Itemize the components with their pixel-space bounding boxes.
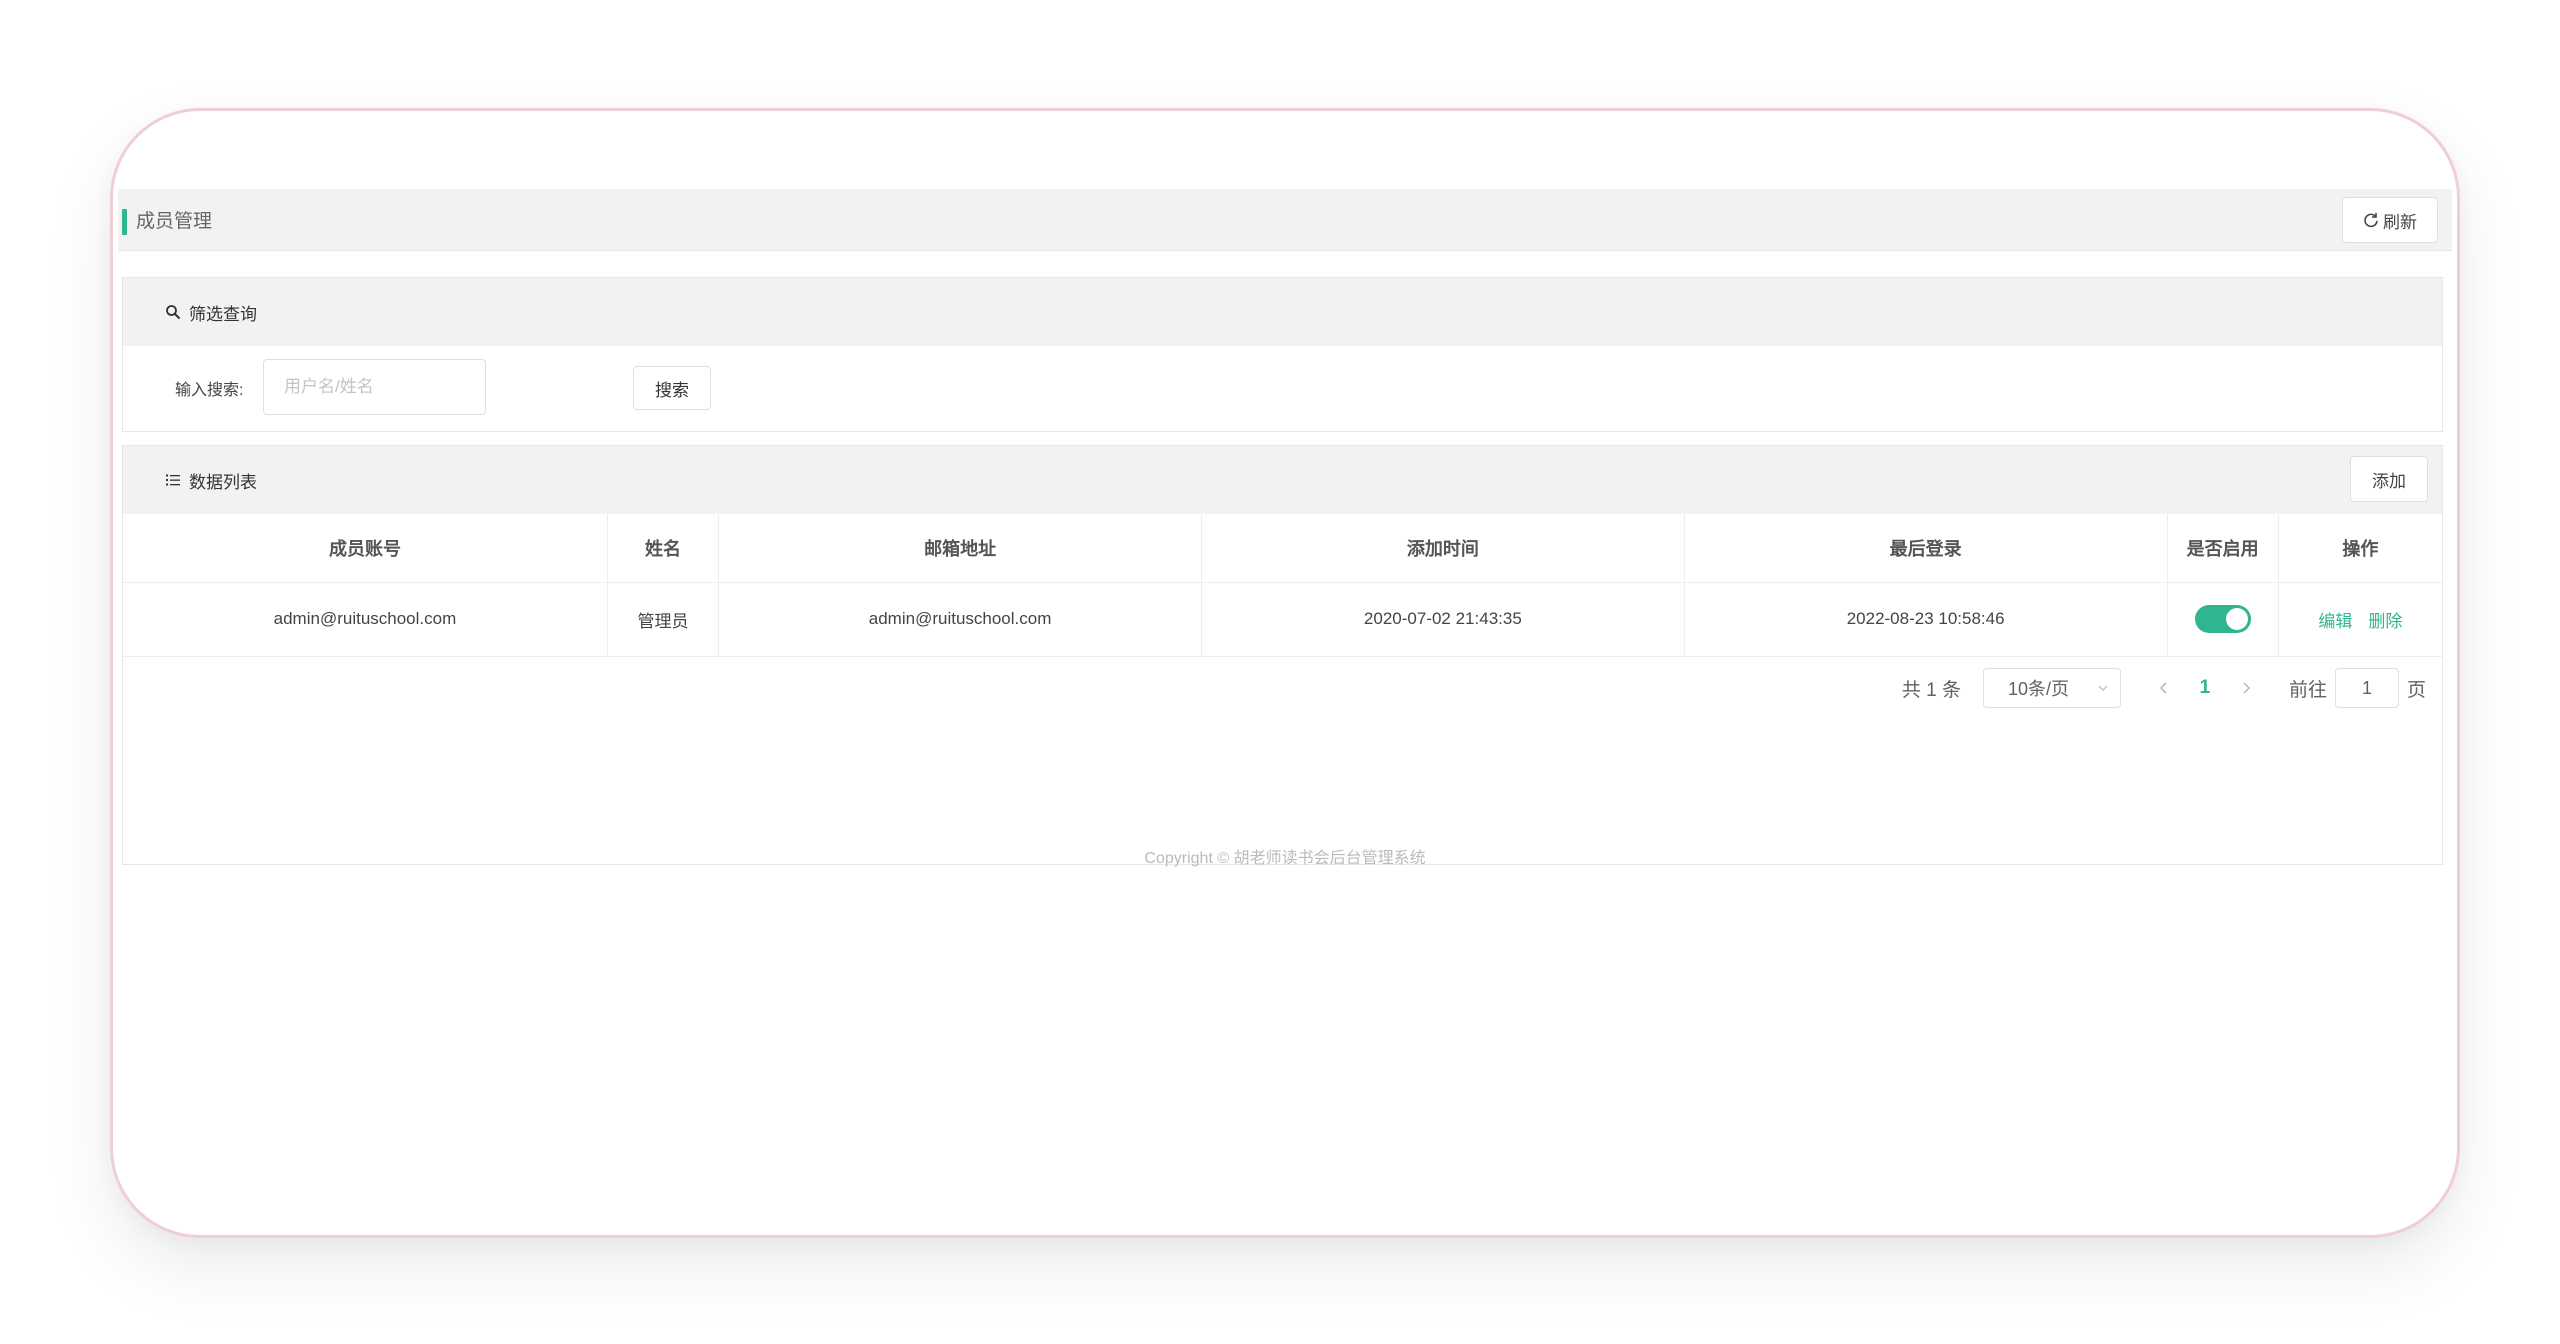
cell-email: admin@ruituschool.com bbox=[718, 582, 1202, 657]
page-title: 成员管理 bbox=[136, 211, 213, 232]
goto-label: 前往 bbox=[2288, 679, 2327, 701]
table-row: admin@ruituschool.com 管理员 admin@ruitusch… bbox=[123, 582, 2442, 657]
page-size-select[interactable]: 10条/页 bbox=[1982, 668, 2121, 708]
page-suffix: 页 bbox=[2406, 679, 2426, 701]
next-page-button[interactable] bbox=[2233, 681, 2259, 695]
add-button[interactable]: 添加 bbox=[2350, 456, 2428, 502]
cell-enabled bbox=[2167, 582, 2279, 657]
cell-created: 2020-07-02 21:43:35 bbox=[1201, 582, 1685, 657]
refresh-label: 刷新 bbox=[2383, 212, 2417, 232]
chevron-right-icon bbox=[2243, 682, 2251, 694]
table-header-row: 成员账号 姓名 邮箱地址 添加时间 最后登录 是否启用 操作 bbox=[123, 514, 2442, 583]
page-header: 成员管理 刷新 bbox=[118, 189, 2452, 251]
prev-page-button[interactable] bbox=[2151, 681, 2177, 695]
chevron-down-icon bbox=[2098, 685, 2108, 692]
pagination-total: 共 1 条 bbox=[1901, 679, 1961, 701]
filter-panel-header: 筛选查询 bbox=[123, 278, 2442, 346]
pagination: 共 1 条 10条/页 1 前往 1 页 bbox=[1902, 668, 2426, 708]
goto-page-input[interactable] bbox=[2334, 668, 2399, 708]
edit-link[interactable]: 编辑 bbox=[2318, 612, 2352, 631]
app-screen: 成员管理 刷新 筛选查询 输入搜索: 搜索 bbox=[113, 111, 2457, 1235]
enabled-toggle[interactable] bbox=[2194, 605, 2251, 633]
list-panel-title: 数据列表 bbox=[189, 472, 257, 492]
cell-actions: 编辑 删除 bbox=[2278, 582, 2442, 657]
column-header-name[interactable]: 姓名 bbox=[607, 514, 720, 583]
column-header-account[interactable]: 成员账号 bbox=[123, 514, 608, 583]
list-icon bbox=[166, 474, 180, 486]
column-header-email[interactable]: 邮箱地址 bbox=[718, 514, 1202, 583]
refresh-icon bbox=[2364, 213, 2378, 228]
copyright-footer: Copyright © 胡老师读书会后台管理系统 bbox=[1144, 850, 1426, 867]
cell-last-login: 2022-08-23 10:58:46 bbox=[1684, 582, 2168, 657]
data-list-panel: 数据列表 添加 成员账号 姓名 邮箱地址 添加时间 最后登录 是否启用 操作 a… bbox=[122, 445, 2443, 865]
chevron-left-icon bbox=[2159, 682, 2167, 694]
page-size-value: 10条/页 bbox=[2007, 679, 2069, 699]
search-icon bbox=[166, 305, 181, 320]
list-panel-header: 数据列表 添加 bbox=[123, 446, 2442, 514]
search-button[interactable]: 搜索 bbox=[633, 366, 711, 410]
column-header-last-login[interactable]: 最后登录 bbox=[1684, 514, 2168, 583]
filter-panel-title: 筛选查询 bbox=[189, 304, 257, 324]
device-frame: 成员管理 刷新 筛选查询 输入搜索: 搜索 bbox=[110, 108, 2460, 1238]
filter-panel: 筛选查询 输入搜索: 搜索 bbox=[122, 277, 2443, 432]
column-header-enabled[interactable]: 是否启用 bbox=[2167, 514, 2279, 583]
title-accent-bar bbox=[122, 209, 127, 235]
column-header-actions: 操作 bbox=[2278, 514, 2442, 583]
delete-link[interactable]: 删除 bbox=[2368, 612, 2402, 631]
cell-name: 管理员 bbox=[607, 582, 720, 657]
search-label: 输入搜索: bbox=[175, 382, 244, 399]
members-table: 成员账号 姓名 邮箱地址 添加时间 最后登录 是否启用 操作 admin@rui… bbox=[123, 514, 2442, 657]
page-number-current[interactable]: 1 bbox=[2177, 677, 2233, 699]
filter-body: 输入搜索: 搜索 bbox=[123, 346, 2442, 432]
cell-account: admin@ruituschool.com bbox=[123, 582, 608, 657]
search-input[interactable] bbox=[263, 359, 486, 415]
refresh-button[interactable]: 刷新 bbox=[2342, 197, 2438, 243]
column-header-created[interactable]: 添加时间 bbox=[1201, 514, 1685, 583]
